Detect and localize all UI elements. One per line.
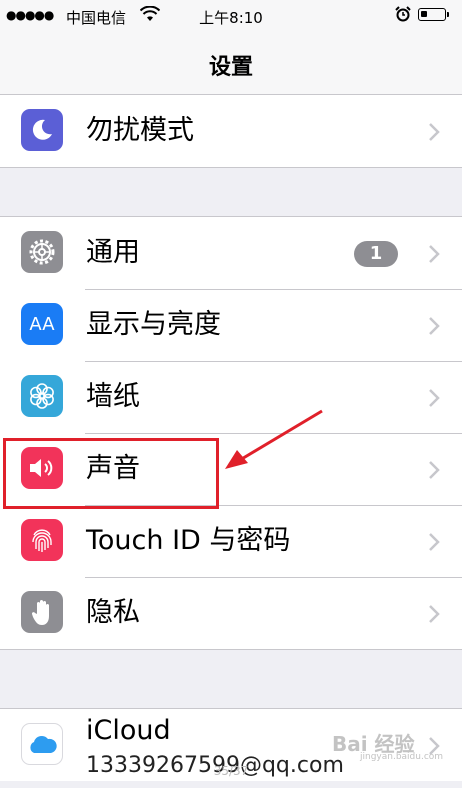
settings-row-label: 勿扰模式	[86, 115, 194, 146]
settings-row-do-not-disturb[interactable]: 勿扰模式	[0, 95, 462, 167]
settings-row-general[interactable]: 通用 1	[0, 217, 462, 289]
page-title: 设置	[208, 55, 253, 80]
notification-badge: 1	[354, 241, 398, 267]
text-size-icon: AA	[21, 303, 63, 345]
hand-icon	[21, 591, 63, 633]
settings-row-display-brightness[interactable]: AA 显示与亮度	[0, 289, 462, 361]
settings-row-label: Touch ID 与密码	[86, 525, 291, 556]
moon-icon	[21, 109, 63, 151]
settings-row-privacy[interactable]: 隐私	[0, 577, 462, 649]
settings-row-label: 通用	[86, 237, 140, 268]
settings-row-label: 墙纸	[86, 381, 140, 412]
alarm-icon	[395, 6, 411, 22]
settings-row-touch-id-passcode[interactable]: Touch ID 与密码	[0, 505, 462, 577]
chevron-right-icon	[429, 533, 440, 551]
cloud-icon	[21, 723, 63, 765]
annotation-arrow-icon	[225, 409, 323, 469]
battery-level	[421, 11, 427, 17]
chevron-right-icon	[429, 389, 440, 407]
gear-icon	[21, 231, 63, 273]
settings-group-focus: 勿扰模式	[0, 94, 462, 168]
status-bar: ●●●●● 中国电信 上午8:10	[0, 0, 462, 34]
flower-icon	[21, 375, 63, 417]
navigation-bar: 设置	[0, 34, 462, 95]
battery-icon	[418, 8, 449, 21]
page-number: 35/37	[213, 764, 249, 778]
settings-row-label: 隐私	[86, 597, 140, 628]
chevron-right-icon	[429, 317, 440, 335]
clock-time: 上午8:10	[199, 9, 263, 27]
text-size-glyph: AA	[29, 313, 55, 335]
chevron-right-icon	[429, 245, 440, 263]
annotation-highlight-box	[3, 438, 219, 509]
watermark-url: jingyan.baidu.com	[360, 752, 444, 762]
fingerprint-icon	[21, 519, 63, 561]
settings-row-label: 显示与亮度	[86, 309, 221, 340]
chevron-right-icon	[429, 123, 440, 141]
chevron-right-icon	[429, 461, 440, 479]
chevron-right-icon	[429, 605, 440, 623]
